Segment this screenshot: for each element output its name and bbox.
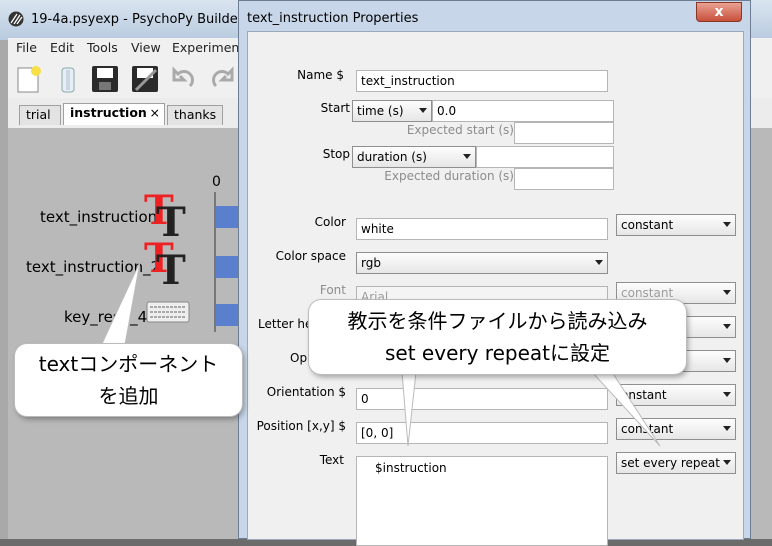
start-type-value: time (s) [357,104,404,118]
properties-dialog: text_instruction Properties x Name $ tex… [238,0,751,546]
chevron-down-icon [723,358,731,363]
font-mode-value: constant [621,286,674,300]
color-space-value: rgb [361,256,381,270]
callout-left-line2: を追加 [98,384,159,408]
keyboard-icon[interactable] [146,300,190,324]
text-mode-value: set every repeat [621,456,720,470]
start-type-select[interactable]: time (s) [352,100,432,122]
component-label-text-instruction[interactable]: text_instruction [40,208,157,226]
tab-close-icon[interactable]: × [150,105,160,120]
save-as-icon[interactable] [130,64,160,94]
undo-icon[interactable] [168,64,198,94]
stop-type-select[interactable]: duration (s) [352,146,476,168]
chevron-down-icon [723,290,731,295]
close-icon: x [714,4,724,20]
menu-edit[interactable]: Edit [50,40,74,55]
position-input[interactable]: [0, 0] [356,422,608,444]
menu-file[interactable]: File [16,40,37,55]
menu-tools[interactable]: Tools [87,40,118,55]
menu-experiment[interactable]: Experiment [172,40,244,55]
stop-label: Stop [322,147,350,161]
expected-start-label: Expected start (s) [406,123,514,137]
text-component-icon[interactable]: T T [142,190,192,240]
component-label-key-resp-4[interactable]: key_resp_4 [64,308,147,326]
chevron-down-icon [463,154,471,159]
chevron-down-icon [723,324,731,329]
color-mode-select[interactable]: constant [616,214,736,236]
start-value-input[interactable]: 0.0 [432,100,614,122]
chevron-down-icon [723,392,731,397]
builder-title: 19-4a.psyexp - PsychoPy Builder [31,12,244,27]
expected-duration-input[interactable] [514,168,614,190]
tab-trial[interactable]: trial [19,105,61,125]
text-textarea[interactable]: $instruction [356,456,608,546]
menu-view[interactable]: View [131,40,161,55]
svg-text:T: T [156,247,186,288]
redo-icon[interactable] [208,64,238,94]
orientation-mode-value: onstant [621,388,667,402]
color-mode-value: constant [621,218,674,232]
callout-instruction-from-conditions: 教示を条件ファイルから読み込み set every repeatに設定 [309,300,686,374]
callout-center-line2: set every repeatに設定 [385,341,610,365]
text-mode-select[interactable]: set every repeat [616,452,736,474]
name-label: Name $ [297,68,344,82]
color-input[interactable]: white [356,218,608,240]
chevron-down-icon [419,108,427,113]
tab-thanks[interactable]: thanks [167,105,223,125]
start-label: Start [320,101,350,115]
dialog-title: text_instruction Properties [247,11,419,26]
orientation-mode-select[interactable]: onstant [616,384,736,406]
psychopy-app-icon [8,11,24,27]
new-file-icon[interactable] [14,64,44,94]
color-space-select[interactable]: rgb [356,252,608,274]
callout-center-line1: 教示を条件ファイルから読み込み [347,309,648,333]
expected-start-input[interactable] [514,122,614,144]
text-component-icon[interactable]: T T [142,238,192,288]
position-label: Position [x,y] $ [256,419,346,433]
open-file-icon[interactable] [54,64,84,94]
expected-duration-label: Expected duration (s) [384,169,514,183]
orientation-input[interactable]: 0 [356,388,608,410]
dialog-body: Name $ text_instruction Start time (s) 0… [247,31,744,546]
text-label: Text [319,453,344,467]
position-mode-value: constant [621,422,674,436]
stop-value-input[interactable] [476,146,614,168]
chevron-down-icon [723,426,731,431]
save-icon[interactable] [90,64,120,94]
position-mode-select[interactable]: constant [616,418,736,440]
chevron-down-icon [723,460,731,465]
close-button[interactable]: x [696,2,742,22]
callout-left-line1: textコンポーネント [38,352,219,376]
tab-instruction-label: instruction [70,105,147,120]
stop-type-value: duration (s) [357,150,427,164]
orientation-label: Orientation $ [266,385,346,399]
color-space-label: Color space [275,249,346,263]
name-input[interactable]: text_instruction [356,70,608,92]
chevron-down-icon [595,260,603,265]
component-label-text-instruction-2[interactable]: text_instruction_2 [26,258,160,276]
chevron-down-icon [723,222,731,227]
font-label: Font [319,283,346,297]
callout-add-text-component: textコンポーネント を追加 [15,344,242,416]
timeline-zero-label: 0 [212,174,221,190]
color-label: Color [314,215,346,229]
tab-instruction[interactable]: instruction × [63,103,165,125]
svg-text:T: T [156,199,186,240]
